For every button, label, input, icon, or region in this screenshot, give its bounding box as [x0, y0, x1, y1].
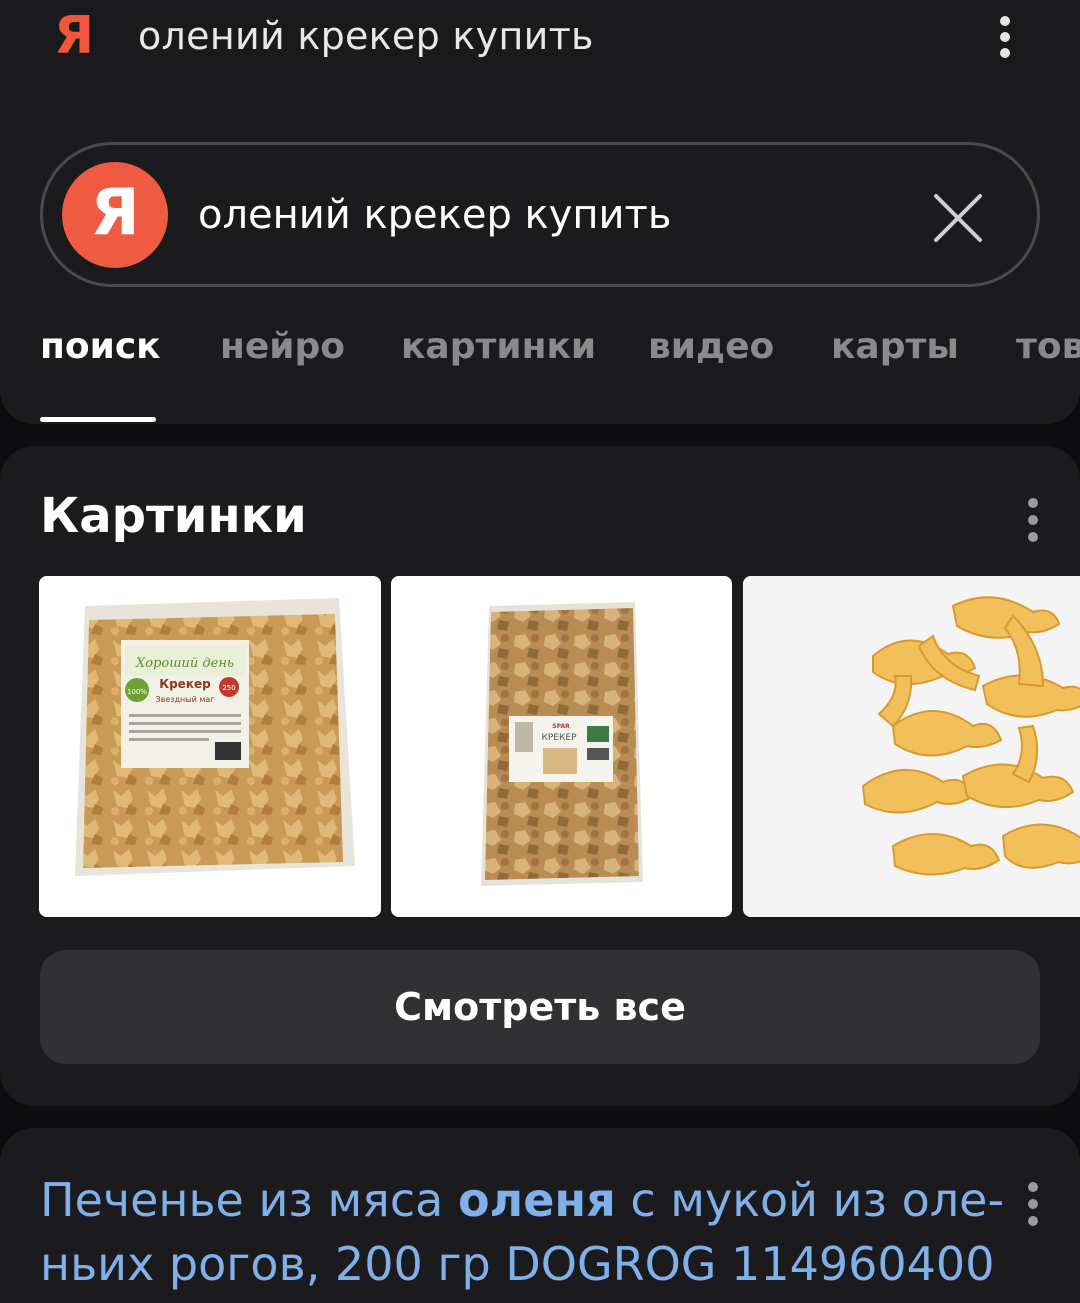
see-all-button[interactable]: Смотреть все — [40, 950, 1040, 1064]
yandex-search-logo-icon[interactable]: Я — [62, 162, 168, 268]
package-title: КРЕКЕР — [541, 733, 577, 743]
search-result-card: Печенье из мяса оленя с мукой из оле-ньи… — [0, 1128, 1080, 1303]
tab-video[interactable]: видео — [648, 326, 774, 367]
result-title-link[interactable]: Печенье из мяса оленя с мукой из оле-ньи… — [40, 1168, 1020, 1296]
section-title: Картинки — [40, 488, 307, 544]
image-carousel: Хороший день 100% Крекер Звездный маг 25… — [0, 576, 1080, 917]
package-title: Крекер — [159, 677, 211, 691]
more-vertical-icon[interactable] — [1025, 498, 1041, 542]
tab-neuro[interactable]: нейро — [220, 326, 345, 367]
search-card: Я поиск нейро картинки видео карты тов — [0, 112, 1080, 424]
tab-search[interactable]: поиск — [40, 326, 161, 367]
close-icon[interactable] — [931, 191, 985, 245]
active-tab-indicator — [40, 417, 156, 422]
image-thumbnail[interactable]: SPAR КРЕКЕР — [391, 576, 732, 917]
search-input[interactable] — [198, 185, 898, 245]
more-vertical-icon[interactable] — [990, 12, 1020, 62]
search-box[interactable]: Я — [40, 142, 1040, 287]
package-weight: 250 — [222, 684, 235, 692]
top-app-bar: Я олений крекер купить — [0, 0, 1080, 112]
result-title-part: Печенье из мяса — [40, 1173, 458, 1227]
tab-maps[interactable]: карты — [831, 326, 959, 367]
images-section: Картинки Хороший день 100% Крекер Звездн… — [0, 446, 1080, 1106]
topbar-query-text[interactable]: олений крекер купить — [138, 14, 594, 58]
yandex-logo-icon[interactable]: Я — [54, 6, 94, 66]
more-vertical-icon[interactable] — [1025, 1182, 1041, 1226]
package-subtitle: Звездный маг — [156, 695, 215, 704]
image-thumbnail[interactable] — [743, 576, 1080, 917]
package-brand: SPAR — [552, 723, 570, 730]
search-tabs: поиск нейро картинки видео карты тов — [0, 326, 1080, 424]
result-title-highlight: оленя — [457, 1173, 616, 1227]
image-thumbnail[interactable]: Хороший день 100% Крекер Звездный маг 25… — [39, 576, 381, 917]
package-pct: 100% — [127, 688, 147, 696]
tab-images[interactable]: картинки — [401, 326, 596, 367]
package-brand: Хороший день — [135, 656, 234, 671]
tab-goods[interactable]: тов — [1016, 326, 1080, 367]
page: Я олений крекер купить Я поиск нейро к — [0, 0, 1080, 1303]
